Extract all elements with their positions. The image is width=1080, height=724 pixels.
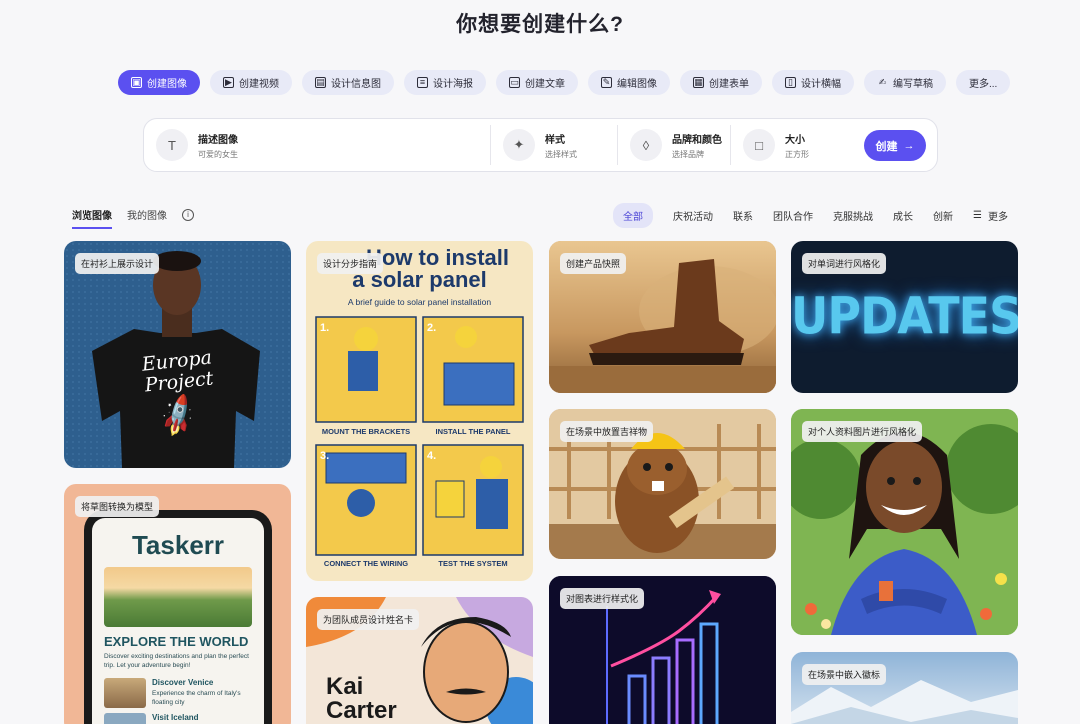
card-solar-guide[interactable]: 设计分步指南 How to install a solar panel A br… [306,241,533,581]
banner-icon: ▯ [785,77,796,88]
app-title: Taskerr [131,530,225,560]
filter-all[interactable]: 全部 [613,203,654,228]
card-product-snapshot[interactable]: 创建产品快照 [549,241,776,393]
style-icon: ✦ [503,129,535,161]
chip-create-image[interactable]: ▣ 创建图像 [118,70,200,95]
browse-tabs: 浏览图像 我的图像 i [72,207,194,229]
card-tag: 为团队成员设计姓名卡 [317,609,420,630]
pen-icon: ✍ [878,77,887,87]
style-selector[interactable]: ✦ 样式 选择样式 [491,119,617,171]
step-4-label: TEST THE SYSTEM [438,559,508,568]
headline: EXPLORE THE WORLD [104,634,249,649]
chip-create-form[interactable]: ▦ 创建表单 [680,70,762,95]
venice-thumbnail [104,678,146,708]
brand-icon: ◊ [630,129,662,161]
stylized-word: UPDATES [791,286,1018,346]
arrow-right-icon: → [903,139,915,152]
svg-text:3.: 3. [320,450,329,462]
filter-overcome-challenges[interactable]: 克服挑战 [833,208,873,223]
card-chart-style[interactable]: 对图表进行样式化 [549,576,776,724]
tab-my-images[interactable]: 我的图像 [127,207,167,229]
list-item[interactable]: Discover Venice Experience the charm of … [104,678,252,708]
card-tag: 对个人资料图片进行风格化 [802,421,923,442]
card-tag: 设计分步指南 [317,253,384,274]
filter-connection[interactable]: 联系 [733,208,753,223]
svg-text:2.: 2. [427,322,436,334]
card-tag: 创建产品快照 [560,253,627,274]
solar-steps-illustration: 1. 2. 3. 4. [315,316,524,556]
phone-mockup: Taskerr EXPLORE THE WORLD Discover excit… [84,510,272,724]
filter-celebration[interactable]: 庆祝活动 [673,208,713,223]
describe-image-field[interactable]: T 描述图像 可爱的女生 [144,119,490,171]
info-icon[interactable]: i [182,208,194,221]
card-tag: 在场景中放置吉祥物 [560,421,654,442]
brand-selector[interactable]: ◊ 品牌和颜色 选择品牌 [618,119,730,171]
svg-text:1.: 1. [320,322,329,334]
category-filters: 全部 庆祝活动 联系 团队合作 克服挑战 成长 创新 ☰ 更多 [613,203,1008,228]
prompt-bar: T 描述图像 可爱的女生 ✦ 样式 选择样式 ◊ 品牌和颜色 选择品牌 □ 大小… [143,118,938,172]
phone-screen: Taskerr EXPLORE THE WORLD Discover excit… [92,518,264,724]
filter-growth[interactable]: 成长 [893,208,913,223]
card-tag: 对图表进行样式化 [560,588,645,609]
card-mascot-scene[interactable]: 在场景中放置吉祥物 [549,409,776,559]
card-tag: 在场景中嵌入徽标 [802,664,887,685]
chip-design-banner[interactable]: ▯ 设计横幅 [772,70,854,95]
text-prompt-icon: T [156,129,188,161]
filter-teamwork[interactable]: 团队合作 [773,208,813,223]
chip-create-article[interactable]: ▭ 创建文章 [496,70,578,95]
filter-innovation[interactable]: 创新 [933,208,953,223]
chip-create-video[interactable]: ▶ 创建视频 [210,70,292,95]
card-tag: 在衬衫上展示设计 [75,253,160,274]
create-type-chips: ▣ 创建图像 ▶ 创建视频 ▤ 设计信息图 ≡ 设计海报 ▭ 创建文章 ✎ 编辑图像 ▦ 创建… [118,70,1011,95]
infographic-icon: ▤ [315,77,326,88]
chip-write-draft[interactable]: ✍ 编写草稿 [864,70,946,95]
image-icon: ▣ [131,77,142,88]
mountain-scene-image [791,652,1018,724]
poster-icon: ≡ [417,77,428,88]
filter-more[interactable]: ☰ 更多 [973,208,1008,223]
square-icon: □ [743,129,775,161]
step-2-label: INSTALL THE PANEL [435,427,511,436]
card-tag: 对单词进行风格化 [802,253,887,274]
card-sketch[interactable]: 将草图转换为模型 Taskerr EXPLORE THE WORLD Disco… [64,484,291,724]
chip-edit-image[interactable]: ✎ 编辑图像 [588,70,670,95]
chip-more[interactable]: 更多... [956,70,1011,95]
step-1-label: MOUNT THE BRACKETS [321,427,411,436]
chip-design-poster[interactable]: ≡ 设计海报 [404,70,486,95]
headline-body: Discover exciting destinations and plan … [104,653,249,669]
video-icon: ▶ [223,77,234,88]
form-icon: ▦ [693,77,704,88]
card-tag: 将草图转换为模型 [75,496,160,517]
card-word-style[interactable]: 对单词进行风格化 UPDATES [791,241,1018,393]
badge-name: Kai Carter [326,673,397,724]
article-icon: ▭ [509,77,520,88]
card-name-badge[interactable]: 为团队成员设计姓名卡 Kai Carter [306,597,533,724]
page-title: 你想要创建什么? [456,13,624,36]
filter-icon: ☰ [973,210,982,221]
svg-text:4.: 4. [427,450,436,462]
tab-browse-images[interactable]: 浏览图像 [72,207,112,229]
card-logo-scene[interactable]: 在场景中嵌入徽标 [791,652,1018,724]
chip-design-infographic[interactable]: ▤ 设计信息图 [302,70,394,95]
card-tshirt[interactable]: 在衬衫上展示设计 Europa Project 🚀 [64,241,291,468]
card-avatar-style[interactable]: 对个人资料图片进行风格化 [791,409,1018,635]
size-selector[interactable]: □ 大小 正方形 [731,119,851,171]
list-item[interactable]: Visit Iceland [104,713,252,724]
create-button[interactable]: 创建 → [864,130,926,161]
iceland-thumbnail [104,713,146,724]
landscape-image [104,567,252,627]
step-3-label: CONNECT THE WIRING [323,559,409,568]
stylized-avatar-illustration [791,409,1018,635]
edit-image-icon: ✎ [601,77,612,88]
